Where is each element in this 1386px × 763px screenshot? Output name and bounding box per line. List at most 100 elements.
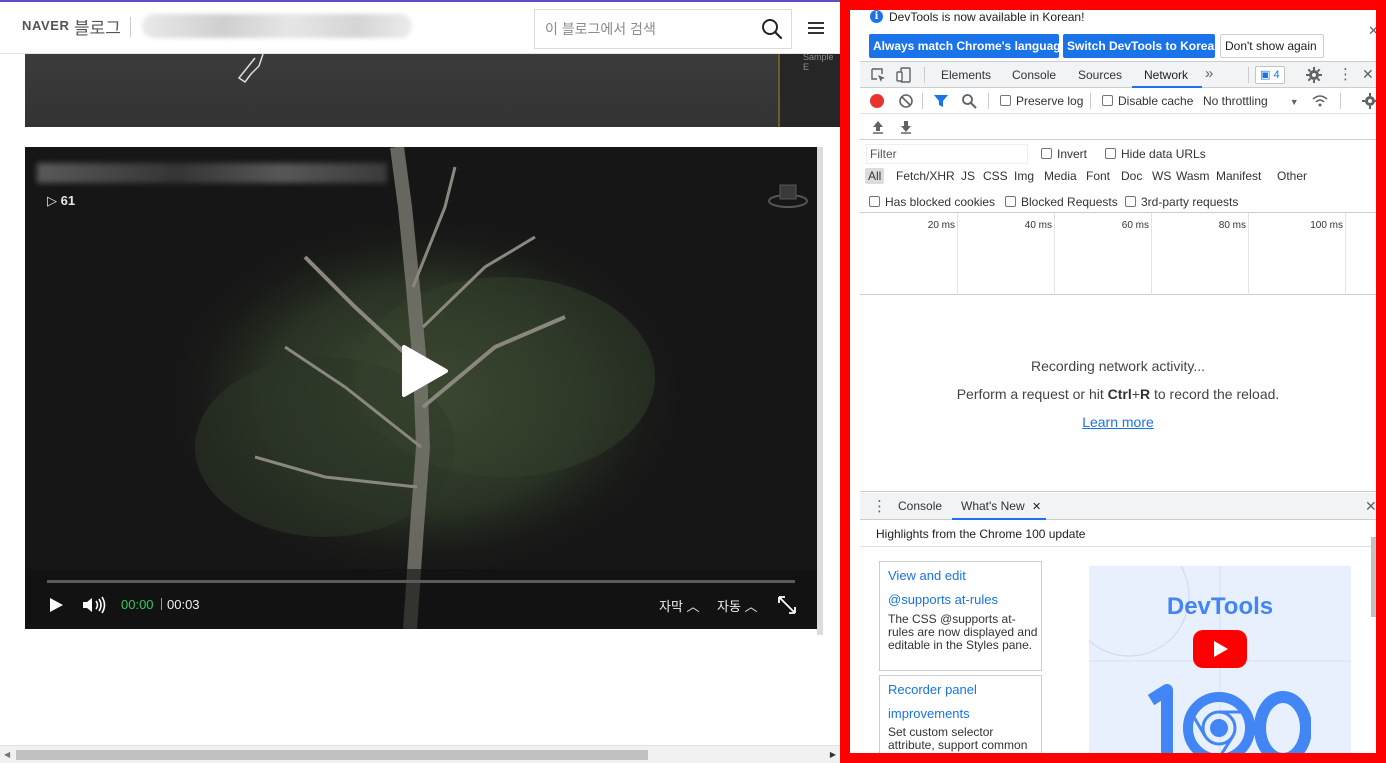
tab-network[interactable]: Network xyxy=(1144,68,1188,82)
video-progress-bar[interactable] xyxy=(47,580,795,583)
fullscreen-icon[interactable] xyxy=(777,595,797,615)
volume-icon[interactable] xyxy=(81,595,109,615)
language-infobar: i DevTools is now available in Korean! ✕… xyxy=(860,7,1380,63)
chrome-100-banner: DevTools xyxy=(1089,566,1351,753)
type-filter-manifest[interactable]: Manifest xyxy=(1213,168,1264,184)
record-icon[interactable] xyxy=(870,94,884,108)
feature-card[interactable]: View and edit @supports at-rules The CSS… xyxy=(879,561,1042,671)
device-toolbar-icon[interactable] xyxy=(896,67,912,83)
header-divider xyxy=(130,17,131,37)
close-drawer-icon[interactable]: ✕ xyxy=(1365,498,1377,515)
import-har-icon[interactable] xyxy=(870,119,886,135)
type-filter-ws[interactable]: WS xyxy=(1149,168,1174,184)
settings-gear-icon[interactable] xyxy=(1306,67,1322,83)
chrome-100-logo xyxy=(1147,684,1311,753)
network-conditions-icon[interactable] xyxy=(1312,93,1328,109)
naver-logo[interactable]: NAVER xyxy=(22,18,70,33)
tab-console[interactable]: Console xyxy=(1012,68,1056,82)
type-filter-all[interactable]: All xyxy=(865,168,885,184)
has-blocked-cookies-checkbox[interactable]: Has blocked cookies xyxy=(869,195,995,209)
drawer-tab-whats-new[interactable]: What's New ✕ xyxy=(961,499,1041,513)
blocked-requests-checkbox[interactable]: Blocked Requests xyxy=(1005,195,1118,209)
kebab-menu-icon[interactable]: ⋮ xyxy=(1338,65,1353,83)
blog-search-input[interactable] xyxy=(545,18,755,40)
inspect-element-icon[interactable] xyxy=(870,67,886,83)
invert-checkbox[interactable]: Invert xyxy=(1041,147,1087,161)
dont-show-again-button[interactable]: Don't show again xyxy=(1220,34,1324,58)
switch-korean-button[interactable]: Switch DevTools to Korean xyxy=(1063,34,1221,58)
toolbar-divider xyxy=(988,93,989,109)
timeline-label: 80 ms xyxy=(1218,220,1246,231)
blog-logo[interactable]: 블로그 xyxy=(74,14,121,39)
close-icon[interactable]: ✕ xyxy=(1368,23,1379,39)
drawer-tabbar: ⋮ Console What's New ✕ ✕ xyxy=(860,493,1377,520)
video-player[interactable]: ▷ 61 00:00 00:03 자막 ︿ 자동 ︿ xyxy=(25,147,817,629)
horizontal-scroll-thumb[interactable] xyxy=(16,750,648,760)
whats-new-header: Highlights from the Chrome 100 update xyxy=(860,520,1376,547)
tab-elements[interactable]: Elements xyxy=(941,68,991,82)
video-player-top[interactable]: Sample E xyxy=(25,54,840,127)
type-filter-other[interactable]: Other xyxy=(1274,168,1310,184)
learn-more-link[interactable]: Learn more xyxy=(860,414,1376,430)
quality-auto-button[interactable]: 자동 ︿ xyxy=(717,596,758,615)
whats-new-content: View and edit @supports at-rules The CSS… xyxy=(860,547,1370,753)
feature-description: The CSS @supports at-rules are now displ… xyxy=(888,612,1038,652)
network-overview-timeline[interactable]: 20 ms 40 ms 60 ms 80 ms 100 ms xyxy=(860,213,1376,295)
hide-data-urls-checkbox[interactable]: Hide data URLs xyxy=(1105,147,1206,161)
disable-cache-label: Disable cache xyxy=(1118,94,1194,108)
timeline-gridline xyxy=(1248,213,1249,295)
type-filter-js[interactable]: JS xyxy=(958,168,978,184)
highlights-title: Highlights from the Chrome 100 update xyxy=(876,527,1086,541)
export-har-icon[interactable] xyxy=(898,119,914,135)
throttling-value: No throttling xyxy=(1203,94,1268,108)
network-settings-gear-icon[interactable] xyxy=(1362,93,1378,109)
reload-hint-suffix: to record the reload. xyxy=(1153,386,1280,402)
play-icon[interactable] xyxy=(47,596,65,614)
has-blocked-cookies-label: Has blocked cookies xyxy=(885,195,996,209)
feature-card[interactable]: Recorder panel improvements Set custom s… xyxy=(879,675,1042,753)
toolbar-divider xyxy=(922,93,923,109)
throttling-select[interactable]: No throttling ▼ xyxy=(1203,94,1299,108)
big-play-icon[interactable] xyxy=(398,343,450,399)
blurred-blog-title[interactable] xyxy=(142,14,412,38)
feature-title[interactable]: View and edit xyxy=(888,568,966,583)
type-filter-doc[interactable]: Doc xyxy=(1118,168,1145,184)
type-filter-css[interactable]: CSS xyxy=(980,168,1011,184)
type-filter-img[interactable]: Img xyxy=(1011,168,1037,184)
key-plus: + xyxy=(1131,386,1140,402)
hamburger-menu-icon[interactable] xyxy=(808,19,828,37)
match-language-button[interactable]: Always match Chrome's language xyxy=(869,34,1067,58)
more-tabs-icon[interactable]: » xyxy=(1205,65,1213,82)
feature-title[interactable]: Recorder panel xyxy=(888,682,977,697)
search-icon[interactable] xyxy=(761,18,783,40)
drawer-menu-icon[interactable]: ⋮ xyxy=(872,497,887,515)
scroll-right-arrow-icon[interactable]: ▶ xyxy=(830,750,836,759)
drawer-tab-console[interactable]: Console xyxy=(898,499,942,513)
filter-icon[interactable] xyxy=(933,93,949,109)
tab-sources[interactable]: Sources xyxy=(1078,68,1122,82)
scroll-left-arrow-icon[interactable]: ◀ xyxy=(4,750,10,759)
type-filter-fetch-xhr[interactable]: Fetch/XHR xyxy=(893,168,958,184)
feature-title[interactable]: improvements xyxy=(888,706,970,721)
horizontal-scrollbar[interactable]: ◀ ▶ xyxy=(0,745,840,763)
drawer-vertical-scrollbar[interactable] xyxy=(1371,537,1376,617)
type-filter-media[interactable]: Media xyxy=(1041,168,1080,184)
third-party-requests-label: 3rd-party requests xyxy=(1141,195,1239,209)
issues-badge[interactable]: ▣ 4 xyxy=(1255,66,1285,84)
feature-title[interactable]: @supports at-rules xyxy=(888,592,998,607)
current-time: 00:00 xyxy=(121,597,154,612)
video-frame xyxy=(25,54,785,127)
preserve-log-checkbox[interactable]: Preserve log xyxy=(1000,94,1083,108)
search-icon[interactable] xyxy=(961,93,977,109)
clear-icon[interactable] xyxy=(898,93,914,109)
type-filter-font[interactable]: Font xyxy=(1083,168,1113,184)
devtools-tabbar: Elements Console Sources Network » ▣ 4 ⋮… xyxy=(860,61,1376,88)
subtitle-button[interactable]: 자막 ︿ xyxy=(659,596,700,615)
network-empty-state: Recording network activity... Perform a … xyxy=(860,296,1376,492)
type-filter-wasm[interactable]: Wasm xyxy=(1173,168,1213,184)
third-party-requests-checkbox[interactable]: 3rd-party requests xyxy=(1125,195,1238,209)
close-tab-icon[interactable]: ✕ xyxy=(1032,501,1041,513)
close-devtools-icon[interactable]: ✕ xyxy=(1362,66,1374,83)
filter-input[interactable] xyxy=(866,144,1028,164)
disable-cache-checkbox[interactable]: Disable cache xyxy=(1102,94,1193,108)
